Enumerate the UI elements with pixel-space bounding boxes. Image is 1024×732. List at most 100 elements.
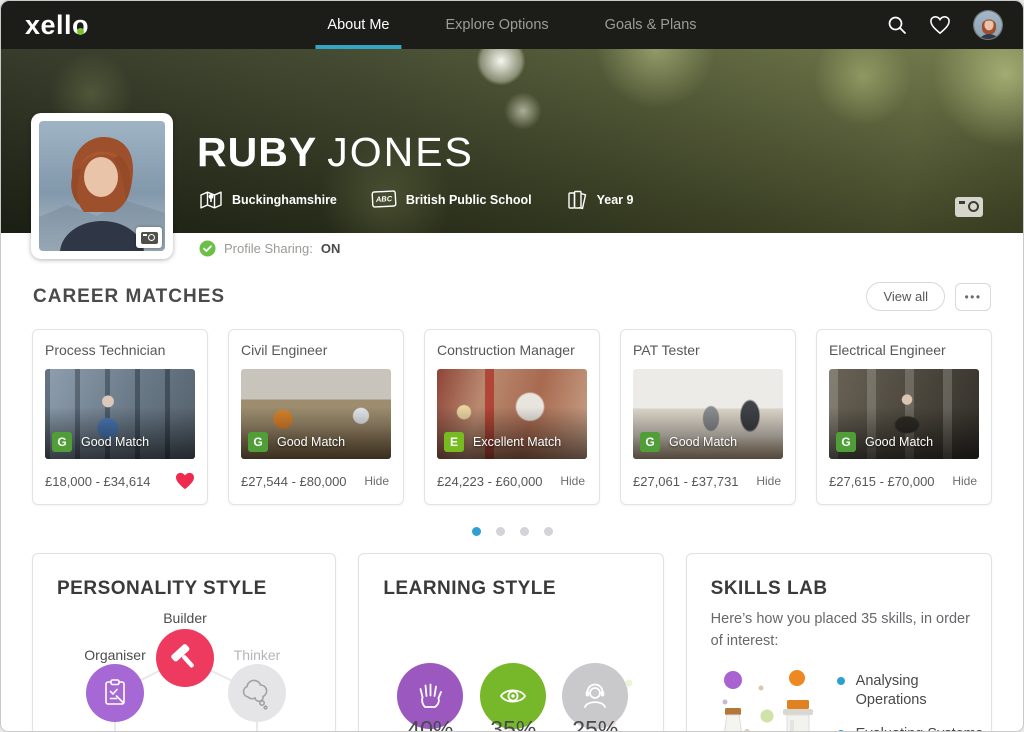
- change-banner-button camera-icon[interactable]: [955, 197, 983, 217]
- tab-explore-options[interactable]: Explore Options: [446, 1, 549, 49]
- match-label: Good Match: [669, 435, 737, 449]
- pagination-dot-3[interactable]: [520, 527, 529, 536]
- tab-about-me[interactable]: About Me: [327, 1, 389, 49]
- kinesthetic-percent: 40%: [397, 716, 463, 732]
- match-badge: E: [444, 432, 464, 452]
- tab-goals-plans[interactable]: Goals & Plans: [605, 1, 697, 49]
- thinker-node: [228, 664, 286, 722]
- salary-range: £18,000 - £34,614: [45, 474, 151, 489]
- nav-tabs: About Me Explore Options Goals & Plans: [327, 1, 696, 49]
- school-board-icon: ABC: [371, 189, 397, 211]
- xello-about-me-page: xello About Me Explore Options Goals & P…: [0, 0, 1024, 732]
- nav-actions: [887, 10, 1003, 40]
- map-pin-icon: [199, 189, 223, 211]
- logo-o-green-dot: o: [72, 10, 89, 41]
- personality-title: PERSONALITY STYLE: [57, 578, 335, 600]
- xello-logo[interactable]: xello: [25, 10, 89, 41]
- career-card-footer: £18,000 - £34,614: [45, 470, 195, 492]
- career-title: Construction Manager: [437, 342, 587, 358]
- skills-lab-panel[interactable]: SKILLS LAB Here’s how you placed 35 skil…: [686, 553, 992, 732]
- pagination-dot-2[interactable]: [496, 527, 505, 536]
- skills-list: Analysing Operations Evaluating Systems: [837, 672, 988, 732]
- profile-badges: Buckinghamshire ABC British Public Schoo…: [199, 189, 633, 211]
- career-header-actions: View all •••: [866, 282, 991, 311]
- last-name: JONES: [327, 129, 474, 175]
- career-photo: E Excellent Match: [437, 369, 587, 459]
- personality-style-panel[interactable]: PERSONALITY STYLE: [32, 553, 336, 732]
- hand-icon: [414, 680, 446, 712]
- more-options-button[interactable]: •••: [955, 283, 991, 311]
- career-card-footer: £27,615 - £70,000 Hide: [829, 470, 979, 492]
- school-label: British Public School: [406, 193, 532, 207]
- salary-range: £27,544 - £80,000: [241, 474, 347, 489]
- thinker-label: Thinker: [234, 647, 281, 663]
- svg-text:ABC: ABC: [375, 194, 393, 204]
- logo-text: xell: [25, 10, 72, 41]
- hide-link[interactable]: Hide: [364, 474, 391, 488]
- career-photo: G Good Match: [241, 369, 391, 459]
- hide-link[interactable]: Hide: [952, 474, 979, 488]
- profile-photo-card: [31, 113, 173, 259]
- search-icon[interactable]: [887, 15, 907, 35]
- match-indicator: G Good Match: [248, 432, 345, 452]
- user-avatar[interactable]: [973, 10, 1003, 40]
- headphones-person-icon: [579, 680, 611, 712]
- eye-icon: [497, 680, 529, 712]
- career-card-process-technician[interactable]: Process Technician G Good Match £18,000 …: [32, 329, 208, 505]
- skill-item: Analysing Operations: [837, 672, 988, 710]
- first-name: RUBY: [197, 129, 317, 175]
- change-photo-button[interactable]: [136, 227, 162, 248]
- career-title: Civil Engineer: [241, 342, 391, 358]
- career-matches-header: CAREER MATCHES View all •••: [33, 282, 991, 311]
- match-indicator: G Good Match: [836, 432, 933, 452]
- lab-flasks-illustration: [705, 666, 835, 732]
- pagination-dot-4[interactable]: [544, 527, 553, 536]
- career-card-construction-manager[interactable]: Construction Manager E Excellent Match £…: [424, 329, 600, 505]
- career-title: PAT Tester: [633, 342, 783, 358]
- skill-label: Evaluating Systems: [856, 725, 988, 732]
- profile-banner: RUBYJONES Buckinghamshire ABC British Pu…: [1, 49, 1023, 233]
- skills-description: Here’s how you placed 35 skills, in orde…: [711, 609, 983, 653]
- hide-link[interactable]: Hide: [756, 474, 783, 488]
- visual-percent: 35%: [480, 716, 546, 732]
- match-indicator: G Good Match: [52, 432, 149, 452]
- skills-title: SKILLS LAB: [711, 578, 991, 600]
- career-card-civil-engineer[interactable]: Civil Engineer G Good Match £27,544 - £8…: [228, 329, 404, 505]
- sharing-label: Profile Sharing:: [224, 241, 313, 256]
- career-card-pat-tester[interactable]: PAT Tester G Good Match £27,061 - £37,73…: [620, 329, 796, 505]
- match-label: Good Match: [277, 435, 345, 449]
- match-badge: G: [248, 432, 268, 452]
- auditory-percent: 25%: [562, 716, 628, 732]
- view-all-button[interactable]: View all: [866, 282, 945, 311]
- career-cards-row: Process Technician G Good Match £18,000 …: [32, 329, 992, 505]
- camera-icon: [141, 232, 158, 244]
- career-photo: G Good Match: [829, 369, 979, 459]
- career-card-electrical-engineer[interactable]: Electrical Engineer G Good Match £27,615…: [816, 329, 992, 505]
- career-card-footer: £27,061 - £37,731 Hide: [633, 470, 783, 492]
- pagination-dot-1[interactable]: [472, 527, 481, 536]
- hide-link[interactable]: Hide: [560, 474, 587, 488]
- builder-label: Builder: [163, 610, 207, 626]
- career-card-footer: £24,223 - £60,000 Hide: [437, 470, 587, 492]
- match-label: Good Match: [81, 435, 149, 449]
- learning-style-panel[interactable]: LEARNING STYLE: [358, 553, 663, 732]
- favorites-heart-icon[interactable]: [929, 15, 951, 35]
- student-name: RUBYJONES: [197, 129, 474, 176]
- personality-diagram: Builder Organiser Thinker: [33, 600, 335, 732]
- salary-range: £27,061 - £37,731: [633, 474, 739, 489]
- career-title: Electrical Engineer: [829, 342, 979, 358]
- sharing-value: ON: [321, 241, 341, 256]
- year-label: Year 9: [597, 193, 634, 207]
- carousel-pagination: [1, 527, 1023, 536]
- favourite-heart-icon[interactable]: [175, 472, 195, 490]
- career-photo: G Good Match: [633, 369, 783, 459]
- career-matches-title: CAREER MATCHES: [33, 286, 225, 308]
- skill-label: Analysing Operations: [856, 672, 988, 710]
- location-label: Buckinghamshire: [232, 193, 337, 207]
- career-title: Process Technician: [45, 342, 195, 358]
- organiser-label: Organiser: [84, 647, 145, 663]
- career-card-footer: £27,544 - £80,000 Hide: [241, 470, 391, 492]
- location-badge: Buckinghamshire: [199, 189, 337, 211]
- profile-sharing-status: Profile Sharing: ON: [199, 240, 1023, 257]
- match-badge: G: [836, 432, 856, 452]
